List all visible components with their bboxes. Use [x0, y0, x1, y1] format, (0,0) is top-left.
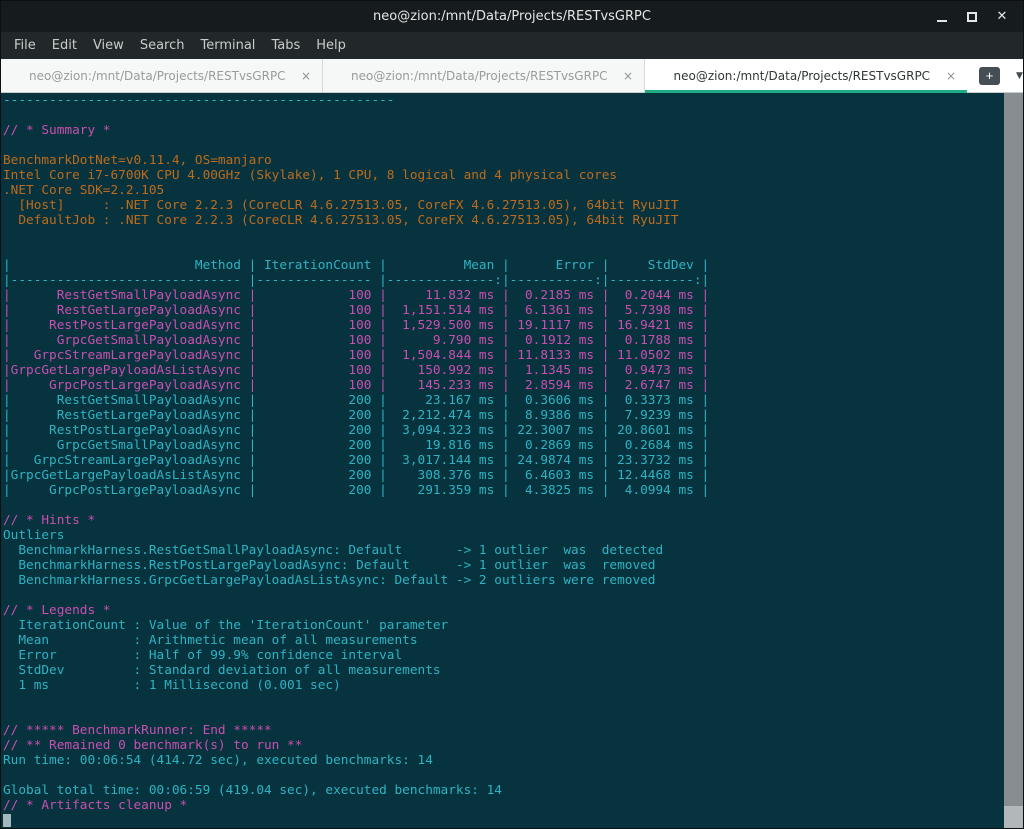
terminal-line [3, 138, 1002, 153]
terminal-line: | GrpcPostLargePayloadAsync | 100 | 145.… [3, 378, 1002, 393]
scrollbar-thumb[interactable] [1004, 93, 1023, 806]
terminal-line: [Host] : .NET Core 2.2.3 (CoreCLR 4.6.27… [3, 198, 1002, 213]
terminal-line: | RestGetLargePayloadAsync | 200 | 2,212… [3, 408, 1002, 423]
terminal-line: |GrpcGetLargePayloadAsListAsync | 100 | … [3, 363, 1002, 378]
terminal-line: // ***** BenchmarkRunner: End ***** [3, 723, 1002, 738]
terminal-line: BenchmarkDotNet=v0.11.4, OS=manjaro [3, 153, 1002, 168]
terminal-line [3, 108, 1002, 123]
terminal-line [3, 708, 1002, 723]
terminal-line: Intel Core i7-6700K CPU 4.00GHz (Skylake… [3, 168, 1002, 183]
terminal-line [3, 768, 1002, 783]
window-controls: ✕ [935, 10, 1023, 24]
menubar: FileEditViewSearchTerminalTabsHelp [1, 32, 1023, 59]
terminal-line: | GrpcPostLargePayloadAsync | 200 | 291.… [3, 483, 1002, 498]
terminal-cursor [3, 814, 11, 827]
menu-item-help[interactable]: Help [308, 34, 354, 57]
tab-2[interactable]: neo@zion:/mnt/Data/Projects/RESTvsGRPC × [323, 59, 645, 92]
terminal-line: // ** Remained 0 benchmark(s) to run ** [3, 738, 1002, 753]
tab-close-icon[interactable]: × [301, 69, 311, 83]
menu-item-edit[interactable]: Edit [44, 34, 85, 57]
terminal-line: .NET Core SDK=2.2.105 [3, 183, 1002, 198]
close-button[interactable]: ✕ [995, 10, 1009, 24]
terminal-line: // * Artifacts cleanup * [3, 798, 1002, 813]
terminal-window: neo@zion:/mnt/Data/Projects/RESTvsGRPC ✕… [0, 0, 1024, 829]
terminal-line: BenchmarkHarness.RestPostLargePayloadAsy… [3, 558, 1002, 573]
terminal-line: Global total time: 00:06:59 (419.04 sec)… [3, 783, 1002, 798]
terminal-line: Mean : Arithmetic mean of all measuremen… [3, 633, 1002, 648]
terminal-line: ----------------------------------------… [3, 93, 1002, 108]
tab-label: neo@zion:/mnt/Data/Projects/RESTvsGRPC [674, 69, 939, 83]
menu-item-search[interactable]: Search [132, 34, 193, 57]
menu-item-view[interactable]: View [85, 34, 132, 57]
tab-label: neo@zion:/mnt/Data/Projects/RESTvsGRPC [351, 69, 616, 83]
minimize-icon [937, 20, 947, 22]
terminal-output: ----------------------------------------… [3, 93, 1002, 828]
tab-1[interactable]: neo@zion:/mnt/Data/Projects/RESTvsGRPC × [1, 59, 323, 92]
terminal-line: DefaultJob : .NET Core 2.2.3 (CoreCLR 4.… [3, 213, 1002, 228]
terminal-line [3, 243, 1002, 258]
terminal-line: |GrpcGetLargePayloadAsListAsync | 200 | … [3, 468, 1002, 483]
terminal-line [3, 693, 1002, 708]
tabbar: neo@zion:/mnt/Data/Projects/RESTvsGRPC×n… [1, 59, 1023, 93]
tab-label: neo@zion:/mnt/Data/Projects/RESTvsGRPC [29, 69, 294, 83]
titlebar[interactable]: neo@zion:/mnt/Data/Projects/RESTvsGRPC ✕ [1, 1, 1023, 32]
terminal-line: Run time: 00:06:54 (414.72 sec), execute… [3, 753, 1002, 768]
menu-item-tabs[interactable]: Tabs [263, 34, 308, 57]
terminal-line: | GrpcGetSmallPayloadAsync | 100 | 9.790… [3, 333, 1002, 348]
window-title: neo@zion:/mnt/Data/Projects/RESTvsGRPC [1, 9, 1023, 24]
tab-close-icon[interactable]: × [946, 69, 956, 83]
tab-list-dropdown[interactable]: ▼ [1016, 71, 1023, 81]
menu-item-terminal[interactable]: Terminal [192, 34, 263, 57]
terminal-line: | RestGetSmallPayloadAsync | 100 | 11.83… [3, 288, 1002, 303]
terminal-line [3, 228, 1002, 243]
scrollbar[interactable] [1004, 93, 1023, 828]
terminal-line: StdDev : Standard deviation of all measu… [3, 663, 1002, 678]
terminal-line: | RestPostLargePayloadAsync | 200 | 3,09… [3, 423, 1002, 438]
terminal-line: | RestGetLargePayloadAsync | 100 | 1,151… [3, 303, 1002, 318]
chevron-down-icon: ▼ [1016, 71, 1023, 81]
terminal-line: 1 ms : 1 Millisecond (0.001 sec) [3, 678, 1002, 693]
maximize-button[interactable] [965, 10, 979, 24]
maximize-icon [967, 12, 977, 22]
terminal-screen[interactable]: ----------------------------------------… [1, 93, 1023, 828]
terminal-line: BenchmarkHarness.GrpcGetLargePayloadAsLi… [3, 573, 1002, 588]
terminal-line: BenchmarkHarness.RestGetSmallPayloadAsyn… [3, 543, 1002, 558]
new-tab-icon: + [986, 68, 994, 84]
terminal-line: | RestGetSmallPayloadAsync | 200 | 23.16… [3, 393, 1002, 408]
minimize-button[interactable] [935, 10, 949, 24]
terminal-line: |------------------------------ |-------… [3, 273, 1002, 288]
tab-controls: + ▼ [967, 59, 1023, 92]
terminal-line: // * Legends * [3, 603, 1002, 618]
terminal-line: // * Hints * [3, 513, 1002, 528]
terminal-line: IterationCount : Value of the 'Iteration… [3, 618, 1002, 633]
terminal-line: Outliers [3, 528, 1002, 543]
terminal-line [3, 813, 1002, 828]
terminal-line: // * Summary * [3, 123, 1002, 138]
tab-3[interactable]: neo@zion:/mnt/Data/Projects/RESTvsGRPC × [645, 59, 967, 92]
terminal-line: | GrpcGetSmallPayloadAsync | 200 | 19.81… [3, 438, 1002, 453]
new-tab-button[interactable]: + [979, 67, 1000, 85]
terminal-line [3, 498, 1002, 513]
terminal-line: | GrpcStreamLargePayloadAsync | 200 | 3,… [3, 453, 1002, 468]
menu-item-file[interactable]: File [6, 34, 44, 57]
terminal-line: | GrpcStreamLargePayloadAsync | 100 | 1,… [3, 348, 1002, 363]
terminal-line [3, 588, 1002, 603]
close-icon: ✕ [997, 10, 1008, 23]
terminal-line: Error : Half of 99.9% confidence interva… [3, 648, 1002, 663]
terminal-line: | Method | IterationCount | Mean | Error… [3, 258, 1002, 273]
terminal-line: | RestPostLargePayloadAsync | 100 | 1,52… [3, 318, 1002, 333]
tab-close-icon[interactable]: × [623, 69, 633, 83]
